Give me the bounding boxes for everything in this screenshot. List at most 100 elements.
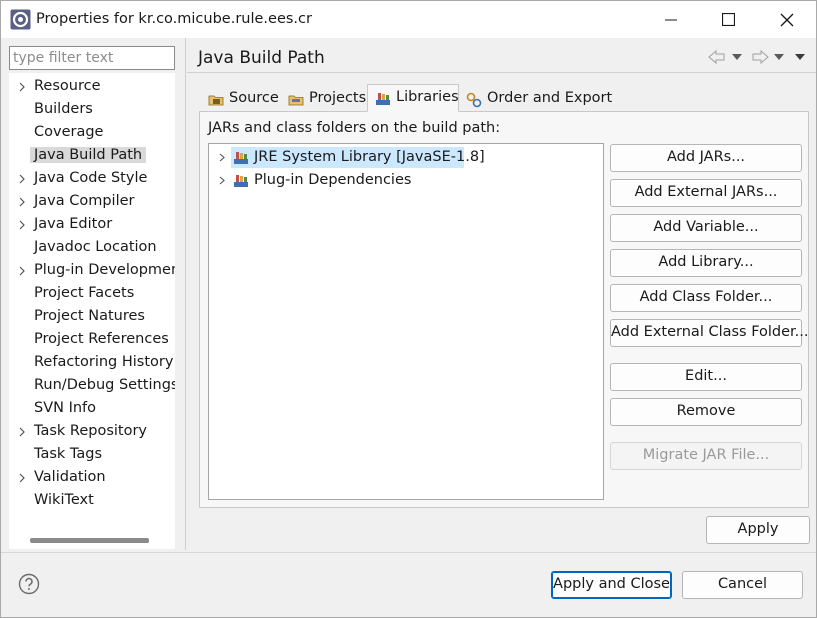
back-arrow-icon[interactable] xyxy=(708,50,726,64)
nav-item-project-natures[interactable]: Project Natures xyxy=(9,306,175,328)
nav-item-label: Plug-in Developmen xyxy=(34,262,175,278)
nav-item-label: Builders xyxy=(34,101,93,117)
tree-item-jre-system-library[interactable]: JRE System Library [JavaSE-1.8] xyxy=(209,146,589,168)
chevron-right-icon[interactable] xyxy=(17,174,27,184)
nav-item-run-debug-settings[interactable]: Run/Debug Settings xyxy=(9,375,175,397)
forward-history-dropdown-icon[interactable] xyxy=(774,54,784,61)
nav-item-label: Java Code Style xyxy=(34,170,148,186)
nav-horizontal-scrollbar[interactable] xyxy=(9,531,175,549)
section-label: JARs and class folders on the build path… xyxy=(208,120,501,136)
maximize-button[interactable] xyxy=(699,1,757,38)
add-jars-button[interactable]: Add JARs... xyxy=(610,144,802,172)
tree-item-label: Plug-in Dependencies xyxy=(254,172,412,188)
libraries-icon xyxy=(376,93,390,105)
nav-item-label: Project References xyxy=(34,331,169,347)
close-button[interactable] xyxy=(758,1,816,38)
minimize-button[interactable] xyxy=(642,1,700,38)
add-variable-button[interactable]: Add Variable... xyxy=(610,214,802,242)
nav-item-java-compiler[interactable]: Java Compiler xyxy=(9,191,175,213)
tab-libraries[interactable]: Libraries xyxy=(367,84,459,112)
chevron-right-icon[interactable] xyxy=(218,153,227,162)
help-icon[interactable] xyxy=(18,573,40,595)
remove-button[interactable]: Remove xyxy=(610,398,802,426)
nav-item-java-code-style[interactable]: Java Code Style xyxy=(9,168,175,190)
tree-item-label: JRE System Library [JavaSE-1.8] xyxy=(254,149,485,165)
eclipse-gear-icon xyxy=(10,9,31,30)
projects-folder-icon xyxy=(288,95,304,106)
build-path-tree[interactable]: JRE System Library [JavaSE-1.8] Plug-in … xyxy=(208,143,604,500)
order-export-icon xyxy=(466,92,482,108)
nav-item-label: SVN Info xyxy=(34,400,97,416)
tree-item-plugin-dependencies[interactable]: Plug-in Dependencies xyxy=(209,169,589,191)
chevron-right-icon[interactable] xyxy=(17,266,27,276)
minimize-icon xyxy=(665,19,677,20)
nav-item-builders[interactable]: Builders xyxy=(9,99,175,121)
nav-item-label: Javadoc Location xyxy=(34,239,157,255)
tab-label: Libraries xyxy=(396,89,459,105)
nav-item-label: Run/Debug Settings xyxy=(34,377,175,393)
library-icon xyxy=(234,152,248,164)
chevron-right-icon[interactable] xyxy=(17,82,27,92)
source-folder-icon xyxy=(208,95,224,106)
nav-item-project-references[interactable]: Project References xyxy=(9,329,175,351)
header-divider xyxy=(187,72,816,73)
nav-item-label: Task Repository xyxy=(34,423,148,439)
filter-input[interactable] xyxy=(9,46,175,70)
nav-item-java-build-path[interactable]: Java Build Path xyxy=(9,145,175,167)
library-icon xyxy=(234,175,248,187)
nav-item-javadoc-location[interactable]: Javadoc Location xyxy=(9,237,175,259)
properties-dialog: Properties for kr.co.micube.rule.ees.cr … xyxy=(0,0,817,618)
view-menu-icon[interactable] xyxy=(795,54,805,61)
close-icon xyxy=(780,13,794,26)
nav-item-java-editor[interactable]: Java Editor xyxy=(9,214,175,236)
add-class-folder-button[interactable]: Add Class Folder... xyxy=(610,284,802,312)
chevron-right-icon[interactable] xyxy=(17,473,27,483)
nav-item-label: Project Natures xyxy=(34,308,145,324)
migrate-jar-file-button[interactable]: Migrate JAR File... xyxy=(610,442,802,470)
apply-button[interactable]: Apply xyxy=(706,516,810,544)
nav-item-label: Java Compiler xyxy=(34,193,135,209)
tab-source[interactable]: Source xyxy=(201,88,281,112)
page-title: Java Build Path xyxy=(198,48,325,68)
cancel-button[interactable]: Cancel xyxy=(682,571,803,599)
tab-projects[interactable]: Projects xyxy=(281,88,367,112)
back-history-dropdown-icon[interactable] xyxy=(732,54,742,61)
nav-item-svn-info[interactable]: SVN Info xyxy=(9,398,175,420)
nav-item-label: Java Build Path xyxy=(30,147,147,163)
chevron-right-icon[interactable] xyxy=(218,176,227,185)
chevron-right-icon[interactable] xyxy=(17,197,27,207)
nav-item-task-repository[interactable]: Task Repository xyxy=(9,421,175,443)
window-title: Properties for kr.co.micube.rule.ees.cr xyxy=(36,11,312,27)
add-external-jars-button[interactable]: Add External JARs... xyxy=(610,179,802,207)
tab-order-and-export[interactable]: Order and Export xyxy=(459,88,613,112)
nav-item-resource[interactable]: Resource xyxy=(9,76,175,98)
apply-and-close-button[interactable]: Apply and Close xyxy=(551,571,672,599)
nav-item-label: WikiText xyxy=(34,492,94,508)
nav-item-wikitext[interactable]: WikiText xyxy=(9,490,175,512)
footer-divider xyxy=(1,552,816,553)
nav-item-validation[interactable]: Validation xyxy=(9,467,175,489)
nav-item-label: Project Facets xyxy=(34,285,135,301)
chevron-right-icon[interactable] xyxy=(17,427,27,437)
add-external-class-folder-button[interactable]: Add External Class Folder... xyxy=(610,319,809,347)
nav-item-label: Validation xyxy=(34,469,106,485)
nav-item-refactoring-history[interactable]: Refactoring History xyxy=(9,352,175,374)
nav-item-label: Java Editor xyxy=(34,216,113,232)
panel-splitter[interactable] xyxy=(185,38,186,550)
chevron-right-icon[interactable] xyxy=(17,220,27,230)
nav-item-label: Coverage xyxy=(34,124,104,140)
nav-item-task-tags[interactable]: Task Tags xyxy=(9,444,175,466)
tab-label: Order and Export xyxy=(487,90,613,106)
scrollbar-thumb[interactable] xyxy=(30,538,149,543)
edit-button[interactable]: Edit... xyxy=(610,363,802,391)
property-page-tree[interactable]: Resource Builders Coverage Java Build Pa… xyxy=(9,73,175,549)
nav-item-coverage[interactable]: Coverage xyxy=(9,122,175,144)
forward-arrow-icon[interactable] xyxy=(751,50,769,64)
tab-label: Source xyxy=(229,90,279,106)
title-bar: Properties for kr.co.micube.rule.ees.cr xyxy=(1,1,816,38)
nav-item-plugin-development[interactable]: Plug-in Developmen xyxy=(9,260,175,282)
tab-label: Projects xyxy=(309,90,367,106)
nav-item-project-facets[interactable]: Project Facets xyxy=(9,283,175,305)
add-library-button[interactable]: Add Library... xyxy=(610,249,802,277)
nav-item-label: Task Tags xyxy=(34,446,103,462)
